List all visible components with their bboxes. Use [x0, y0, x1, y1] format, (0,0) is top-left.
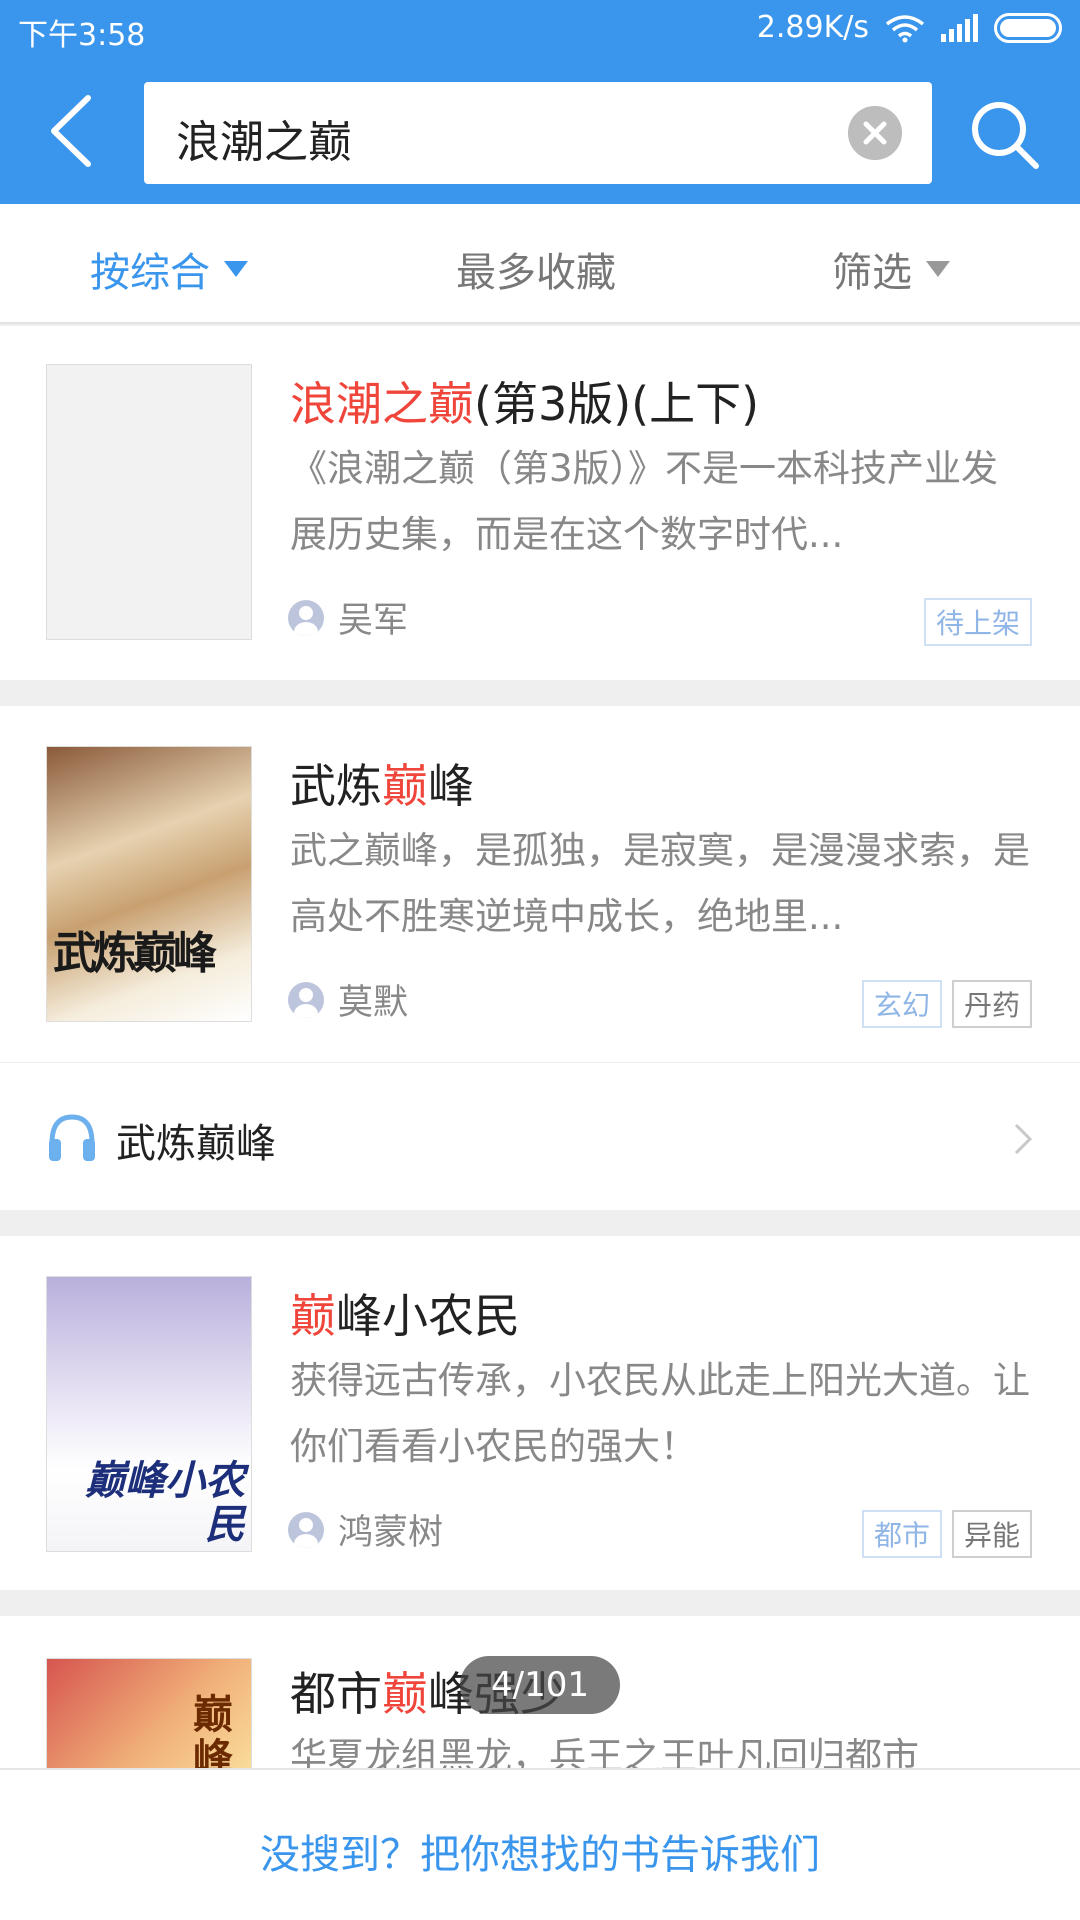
book-card[interactable]: 浪潮之巅(第3版)(上下) 《浪潮之巅（第3版）》不是一本科技产业发展历史集，而… — [0, 326, 1080, 680]
book-card[interactable]: 武炼巅峰 武炼巅峰 武之巅峰，是孤独，是寂寞，是漫漫求索，是高处不胜寒逆境中成长… — [0, 706, 1080, 1062]
book-tags: 玄幻 丹药 — [861, 980, 1032, 1028]
author-name: 莫默 — [338, 983, 409, 1023]
chevron-right-icon — [1014, 1123, 1033, 1155]
author-icon — [288, 981, 324, 1018]
book-description: 获得远古传承，小农民从此走上阳光大道。让你们看看小农民的强大！ — [290, 1359, 1030, 1468]
signal-icon — [941, 13, 978, 42]
filter-bar: 按综合 最多收藏 筛选 — [0, 204, 1080, 324]
author-icon — [288, 599, 324, 636]
cover-title: 武炼巅峰 — [53, 928, 217, 979]
book-cover: 巅峰 — [46, 1658, 252, 1768]
headphone-icon — [49, 1114, 95, 1161]
audio-title: 武炼巅峰 — [116, 1121, 276, 1167]
tag-badge: 待上架 — [923, 598, 1032, 646]
author-icon — [288, 1511, 324, 1548]
tag-badge: 丹药 — [951, 980, 1032, 1028]
wifi-icon — [885, 14, 925, 42]
page-indicator: 4/101 — [460, 1656, 620, 1714]
search-query: 浪潮之巅 — [176, 117, 352, 168]
search-input[interactable]: 浪潮之巅 — [144, 82, 932, 184]
filter-most-favorited[interactable]: 最多收藏 — [456, 240, 616, 298]
book-author: 吴军 — [288, 592, 408, 643]
book-card[interactable]: 巅峰小农民 巅峰小农民 获得远古传承，小农民从此走上阳光大道。让你们看看小农民的… — [0, 1236, 1080, 1590]
book-description: 武之巅峰，是孤独，是寂寞，是漫漫求索，是高处不胜寒逆境中成长，绝地里... — [290, 829, 1030, 938]
book-author: 鸿蒙树 — [288, 1504, 443, 1555]
book-title: 巅峰小农民 — [290, 1289, 520, 1343]
author-name: 吴军 — [338, 601, 409, 641]
status-time: 下午3:58 — [18, 18, 146, 53]
filter-label: 最多收藏 — [456, 250, 616, 296]
book-tags: 都市 异能 — [861, 1510, 1032, 1558]
filter-sort-comprehensive[interactable]: 按综合 — [90, 240, 248, 298]
status-right: 2.89K/s — [757, 10, 1062, 45]
network-speed: 2.89K/s — [756, 10, 869, 45]
book-cover-placeholder — [46, 364, 252, 640]
tag-badge: 都市 — [861, 1510, 942, 1558]
search-button[interactable] — [968, 98, 1044, 174]
book-title: 浪潮之巅(第3版)(上下) — [290, 377, 760, 431]
filter-label: 筛选 — [832, 250, 912, 296]
book-cover: 巅峰小农民 — [46, 1276, 252, 1552]
back-button[interactable] — [38, 86, 108, 176]
tag-badge: 异能 — [951, 1510, 1032, 1558]
status-bar: 下午3:58 2.89K/s — [0, 0, 1080, 62]
cover-title: 巅峰 — [193, 1692, 233, 1768]
audiobook-row[interactable]: 武炼巅峰 — [0, 1062, 1080, 1210]
search-header: 浪潮之巅 — [0, 62, 1080, 204]
dropdown-triangle-icon — [224, 261, 248, 277]
dropdown-triangle-icon — [926, 261, 950, 277]
book-title: 武炼巅峰 — [290, 759, 474, 813]
book-description: 《浪潮之巅（第3版）》不是一本科技产业发展历史集，而是在这个数字时代... — [290, 447, 999, 556]
filter-screen[interactable]: 筛选 — [832, 240, 950, 298]
tag-badge: 玄幻 — [861, 980, 942, 1028]
book-cover: 武炼巅峰 — [46, 746, 252, 1022]
book-author: 莫默 — [288, 974, 408, 1025]
feedback-bar: 没搜到？把你想找的书告诉我们 — [0, 1768, 1080, 1920]
battery-icon — [994, 12, 1062, 43]
feedback-link[interactable]: 没搜到？把你想找的书告诉我们 — [0, 1822, 1080, 1880]
cover-title: 巅峰小农民 — [85, 1458, 245, 1548]
clear-icon[interactable] — [848, 106, 902, 160]
book-tags: 待上架 — [923, 598, 1032, 646]
author-name: 鸿蒙树 — [338, 1513, 444, 1553]
filter-label: 按综合 — [90, 250, 210, 296]
book-description: 华夏龙组黑龙，兵王之王叶凡回归都市 — [290, 1735, 919, 1768]
